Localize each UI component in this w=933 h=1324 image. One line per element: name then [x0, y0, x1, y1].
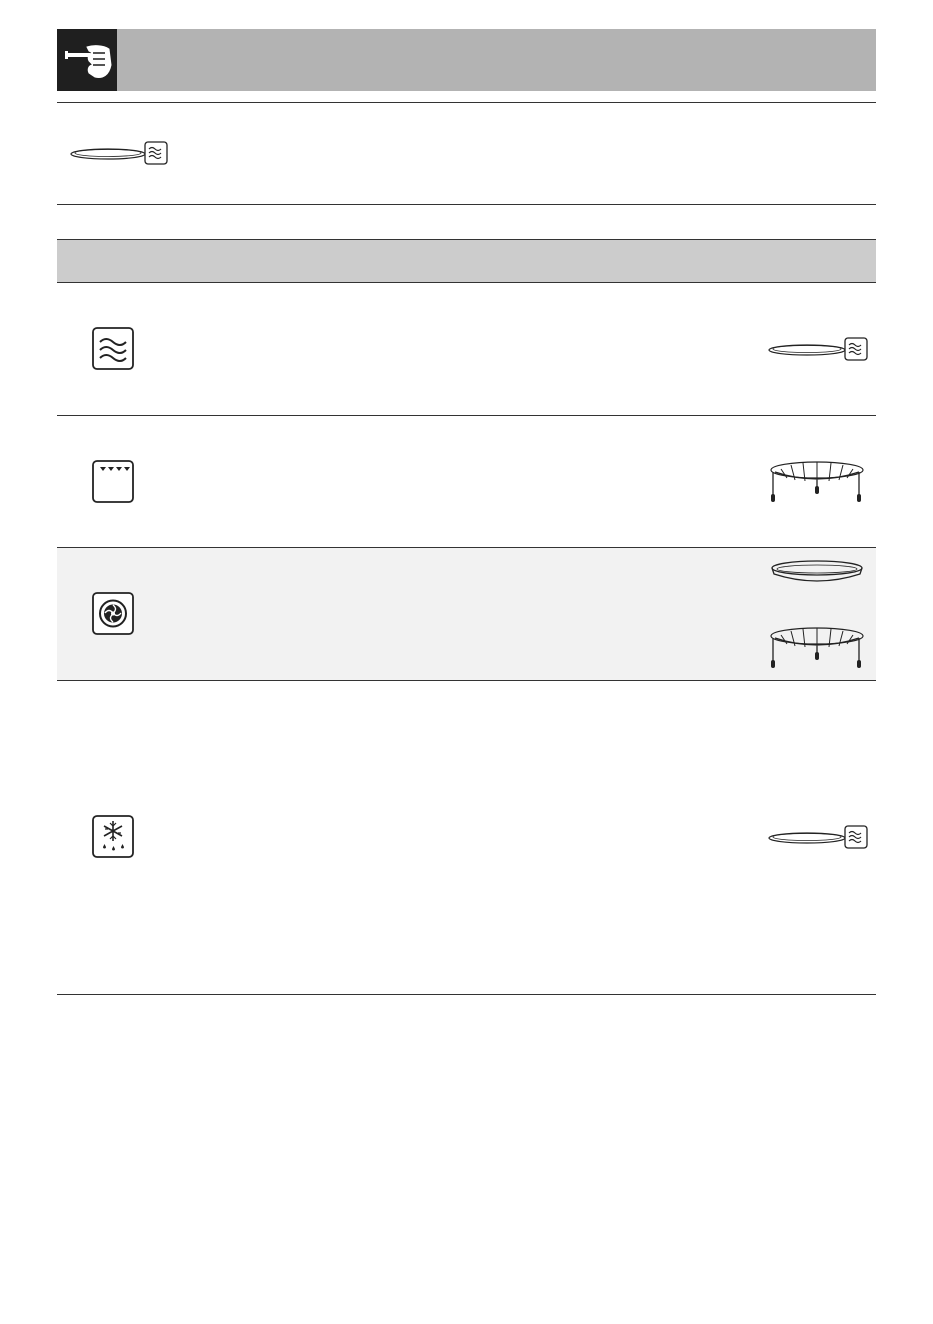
baking-tray-icon: [767, 558, 867, 591]
divider: [57, 994, 876, 995]
table-row-defrost: [57, 681, 876, 994]
microwave-waves-icon: [92, 327, 136, 376]
glass-turntable-icon: [70, 140, 170, 173]
table-row-microwave: [57, 283, 876, 415]
table-header: [57, 239, 876, 283]
table-row-grill: [57, 416, 876, 547]
table-row-convection: [57, 548, 876, 680]
glass-turntable-icon: [767, 336, 869, 369]
top-grill-icon: [92, 460, 136, 509]
glass-turntable-icon: [767, 824, 869, 857]
fan-convection-icon: [92, 592, 136, 641]
divider: [57, 102, 876, 103]
grill-rack-icon: [767, 626, 867, 677]
divider: [57, 204, 876, 205]
grill-rack-icon: [767, 460, 867, 511]
pointing-hand-icon: [57, 29, 117, 91]
section-header-band: [57, 29, 876, 91]
defrost-snowflake-icon: [92, 815, 136, 864]
